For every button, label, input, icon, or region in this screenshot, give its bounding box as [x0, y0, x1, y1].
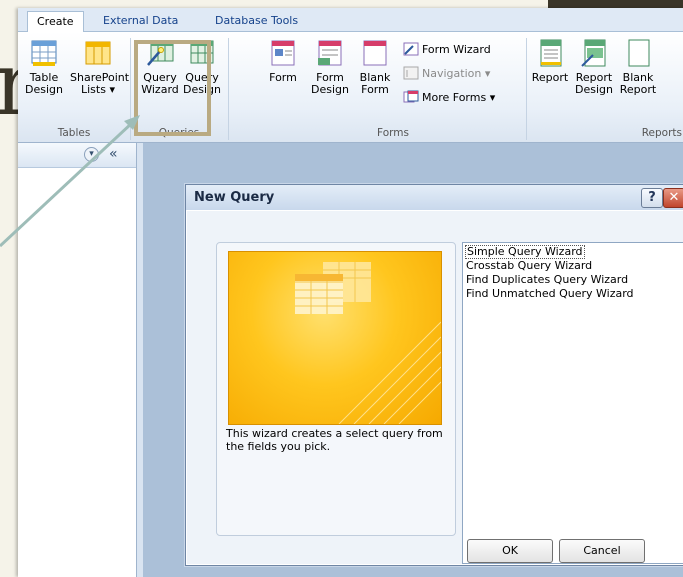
table-design-icon [29, 38, 59, 68]
list-item-find-unmatched-query-wizard[interactable]: Find Unmatched Query Wizard [465, 287, 635, 301]
report-design-button[interactable]: Report Design [574, 38, 614, 96]
table-design-button[interactable]: Table Design [24, 38, 64, 96]
access-window: Create External Data Database Tools Tabl… [18, 8, 683, 577]
more-forms-button[interactable]: More Forms ▾ [403, 90, 495, 106]
blank-report-label-line2: Report [619, 83, 657, 96]
form-label: Form [269, 71, 297, 84]
sharepoint-lists-icon [83, 38, 113, 68]
group-separator [130, 38, 131, 140]
list-item-find-duplicates-query-wizard[interactable]: Find Duplicates Query Wizard [465, 273, 629, 287]
cancel-button[interactable]: Cancel [559, 539, 645, 563]
form-wizard-icon [403, 42, 419, 56]
navigation-button[interactable]: Navigation ▾ [403, 66, 490, 82]
wizard-options-list[interactable]: Simple Query Wizard Crosstab Query Wizar… [462, 242, 683, 564]
tab-external-data[interactable]: External Data [94, 11, 187, 31]
query-wizard-highlight [134, 40, 211, 136]
report-label: Report [531, 71, 569, 84]
navigation-pane-dropdown-icon[interactable]: ▾ [84, 147, 99, 162]
report-icon [535, 38, 565, 68]
blank-report-button[interactable]: Blank Report [618, 38, 658, 96]
dialog-body: This wizard creates a select query from … [187, 211, 683, 564]
wizard-preview-panel: This wizard creates a select query from … [216, 242, 456, 536]
reports-group-label: Reports [641, 127, 682, 139]
new-query-dialog: New Query ? ✕ This wizard creates a sele… [185, 184, 683, 566]
ok-button[interactable]: OK [467, 539, 553, 563]
list-item-simple-query-wizard[interactable]: Simple Query Wizard [465, 245, 585, 259]
ribbon: Table Design SharePoint Lists ▾ Tables Q… [18, 32, 683, 143]
report-design-icon [579, 38, 609, 68]
navigation-label: Navigation ▾ [422, 67, 491, 80]
group-separator [526, 38, 527, 140]
form-button[interactable]: Form [266, 38, 300, 84]
table-design-label-line2: Design [25, 83, 63, 96]
navigation-pane: ▾ « [18, 143, 137, 577]
sharepoint-lists-label-line2: Lists ▾ [81, 83, 115, 96]
form-design-icon [315, 38, 345, 68]
help-button[interactable]: ? [641, 188, 663, 208]
work-area-divider [137, 143, 143, 577]
wizard-illustration [228, 251, 442, 425]
tables-group-label: Tables [57, 127, 91, 139]
blank-form-button[interactable]: Blank Form [356, 38, 394, 96]
form-icon [268, 38, 298, 68]
more-forms-label: More Forms ▾ [422, 91, 496, 104]
report-button[interactable]: Report [530, 38, 570, 84]
form-design-label-line2: Design [311, 83, 349, 96]
close-button[interactable]: ✕ [663, 188, 683, 208]
blank-report-icon [623, 38, 653, 68]
dialog-title-bar[interactable]: New Query ? ✕ [186, 185, 683, 210]
sharepoint-lists-button[interactable]: SharePoint Lists ▾ [70, 38, 129, 96]
ribbon-tab-strip: Create External Data Database Tools [18, 8, 683, 33]
wizard-illustration-graphic [295, 262, 441, 424]
wizard-description: This wizard creates a select query from … [226, 427, 443, 453]
form-design-button[interactable]: Form Design [310, 38, 350, 96]
tab-database-tools[interactable]: Database Tools [206, 11, 307, 31]
form-wizard-button[interactable]: Form Wizard [403, 42, 491, 58]
more-forms-icon [403, 90, 419, 104]
group-separator [228, 38, 229, 140]
tab-create[interactable]: Create [27, 11, 84, 33]
blank-form-label-line2: Form [361, 83, 389, 96]
form-wizard-label: Form Wizard [422, 43, 491, 56]
collapse-pane-icon[interactable]: « [109, 146, 118, 162]
list-item-crosstab-query-wizard[interactable]: Crosstab Query Wizard [465, 259, 593, 273]
navigation-icon [403, 66, 419, 80]
report-design-label-line2: Design [575, 83, 613, 96]
navigation-pane-header: ▾ « [18, 143, 136, 168]
blank-form-icon [360, 38, 390, 68]
forms-group-label: Forms [377, 127, 409, 139]
dialog-title: New Query [194, 190, 275, 205]
